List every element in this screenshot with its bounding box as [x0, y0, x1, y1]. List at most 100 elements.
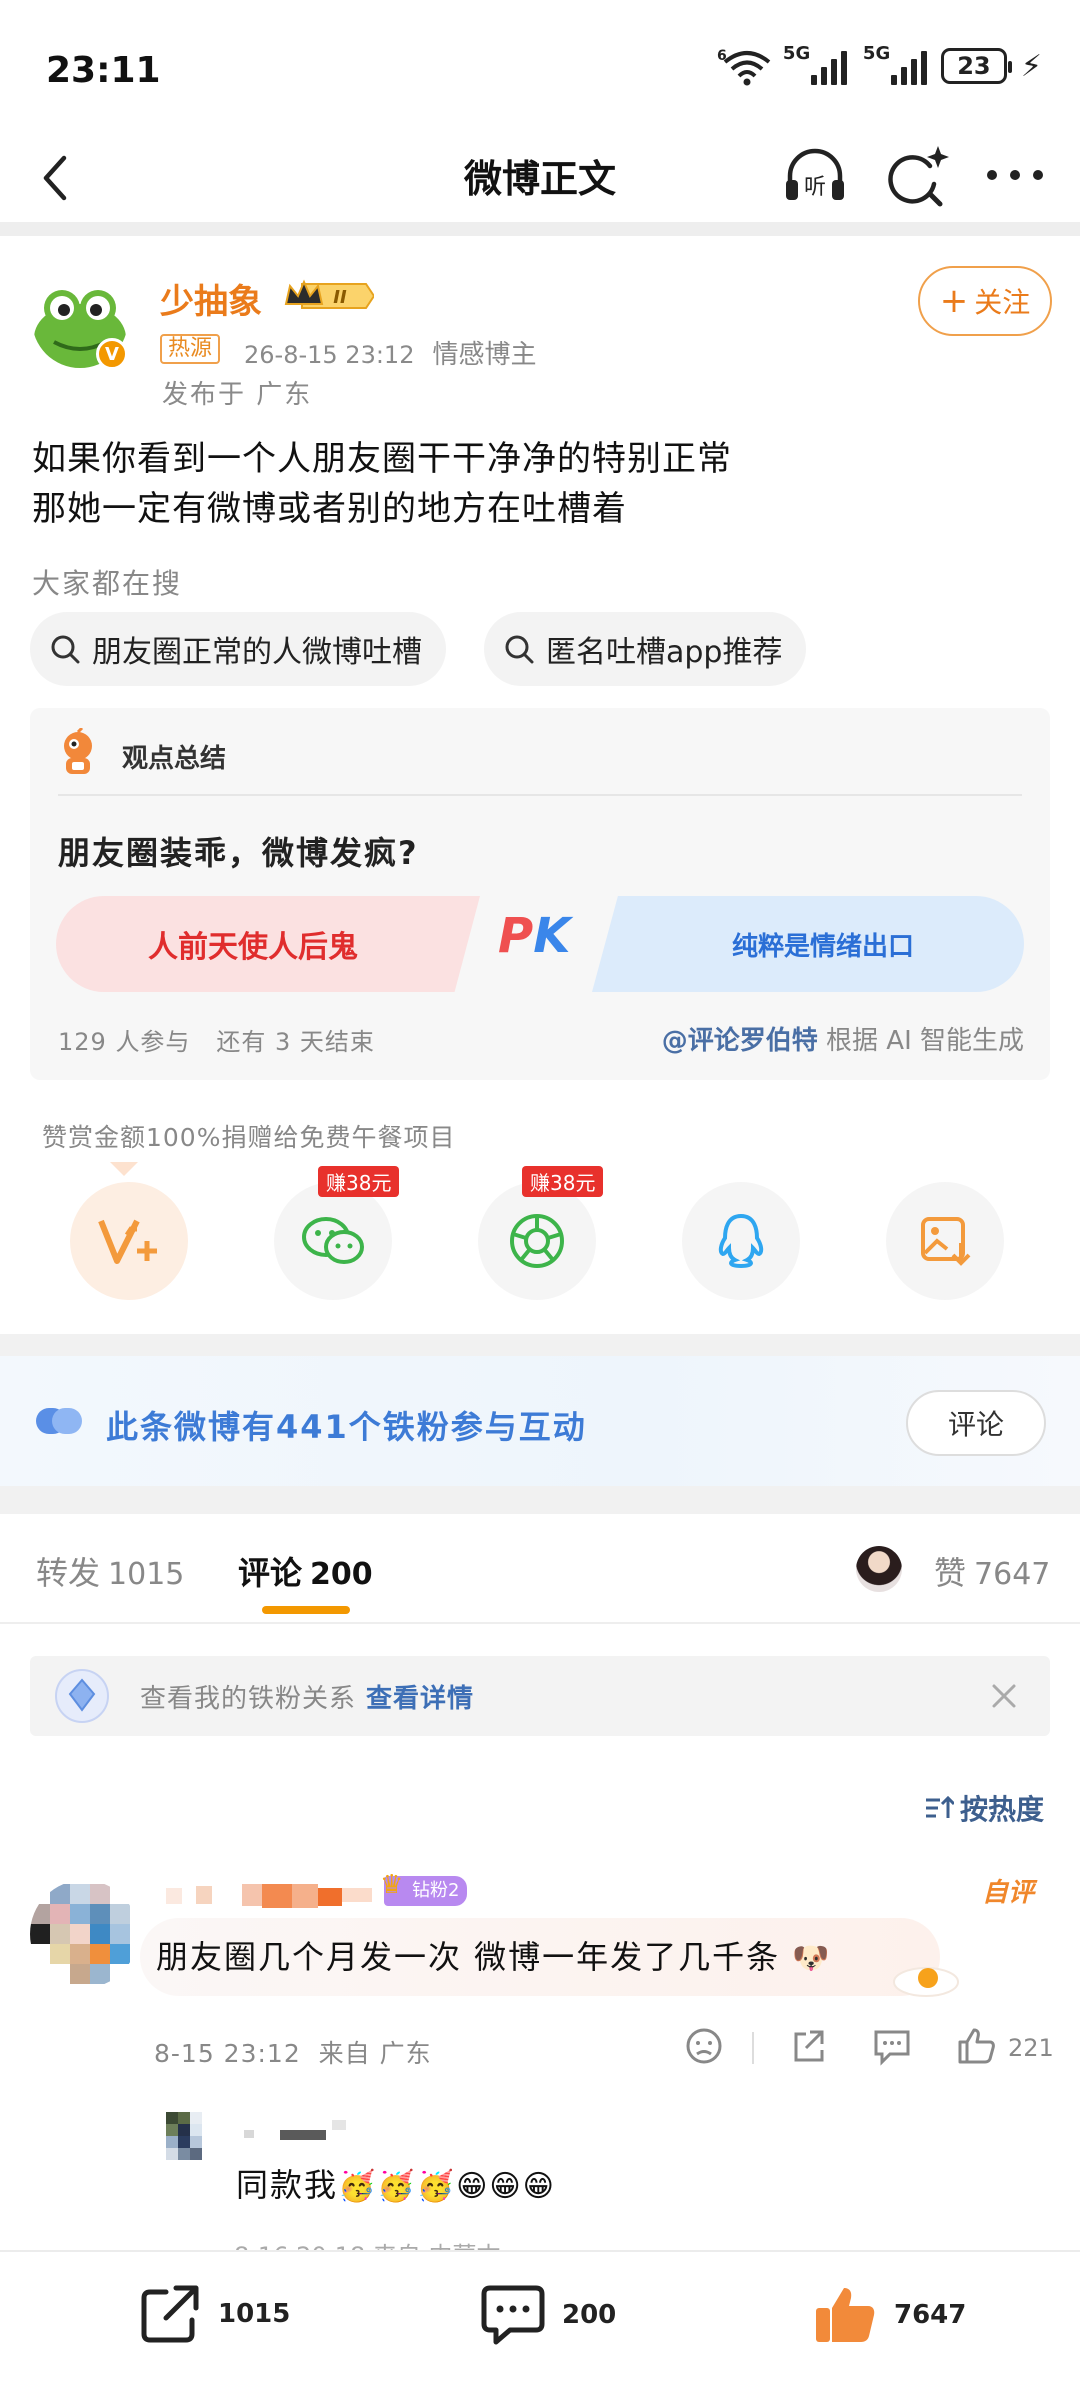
liker-avatar[interactable] — [856, 1546, 902, 1592]
search-chip[interactable]: 朋友圈正常的人微博吐槽 — [30, 612, 446, 686]
replier-avatar[interactable] — [166, 2112, 214, 2170]
fan-relation-bar[interactable]: 查看我的铁粉关系 查看详情 — [30, 1656, 1050, 1736]
author-name[interactable]: 少抽象 — [160, 274, 262, 323]
reply-emojis: 🥳🥳🥳😁😁😁 — [338, 2169, 556, 2204]
status-time: 23:11 — [46, 50, 161, 91]
search-icon — [51, 635, 80, 664]
fans-icon — [36, 1408, 82, 1434]
share-row: 赚38元 赚38元 — [0, 1166, 1080, 1312]
reward-button[interactable] — [70, 1182, 188, 1300]
post-body-line: 如果你看到一个人朋友圈干干净净的特别正常 — [32, 439, 732, 479]
pk-option-right[interactable]: 纯粹是情绪出口 — [592, 896, 1024, 992]
v-plus-icon — [98, 1219, 157, 1264]
close-icon[interactable] — [984, 1676, 1024, 1716]
divider — [0, 222, 1080, 236]
tab-repost[interactable]: 转发 1015 — [36, 1548, 184, 1594]
share-wechat-button[interactable]: 赚38元 — [274, 1166, 400, 1300]
tab-bar: 转发 1015 评论 200 赞 7647 — [0, 1514, 1080, 1624]
like-bar-button[interactable]: 7647 — [812, 2282, 966, 2348]
robot-mascot-icon — [64, 728, 92, 774]
opinion-stats: 129 人参与 还有 3 天结束 — [58, 1028, 375, 1056]
reply-icon[interactable] — [870, 2024, 914, 2068]
ai-search-icon[interactable] — [880, 142, 950, 212]
save-image-button[interactable] — [886, 1182, 1004, 1300]
follow-button[interactable]: + 关注 — [918, 266, 1052, 336]
opinion-title: 观点总结 — [122, 744, 227, 774]
opinion-summary-card: 观点总结 朋友圈装乖，微博发疯? 人前天使人后鬼 PK 纯粹是情绪出口 129 … — [30, 708, 1050, 1080]
fans-banner-text: 此条微博有441个铁粉参与互动 — [106, 1408, 587, 1446]
tab-likes[interactable]: 赞 7647 — [934, 1548, 1050, 1594]
comment-button[interactable]: 评论 — [906, 1390, 1046, 1456]
pk-option-left[interactable]: 人前天使人后鬼 — [56, 896, 480, 992]
replier-name-blurred[interactable] — [236, 2116, 356, 2142]
moments-icon — [510, 1214, 564, 1268]
repost-button[interactable]: 1015 — [138, 2282, 290, 2346]
reply-text[interactable]: 同款我🥳🥳🥳😁😁😁 — [236, 2160, 556, 2206]
listen-icon[interactable]: 听 — [780, 142, 850, 212]
crown-icon: ♛ — [380, 1870, 404, 1900]
sort-button[interactable]: 按热度 — [924, 1788, 1044, 1828]
search-icon — [505, 635, 534, 664]
donate-text: 赞赏金额100%捐赠给免费午餐项目 — [42, 1123, 456, 1152]
fan-level-badge: ♛ 钻粉2 — [380, 1870, 468, 1906]
post-date: 26-8-15 23:12 — [244, 341, 415, 369]
more-icon[interactable] — [980, 150, 1050, 200]
status-bar: 23:11 6 5G 5G 23 ⚡ — [0, 0, 1080, 130]
commenter-name-blurred[interactable] — [166, 1880, 376, 1912]
tooltip-arrow — [110, 1162, 138, 1176]
top-nav: 微博正文 听 — [0, 130, 1080, 222]
pk-label: PK — [498, 908, 571, 964]
like-icon[interactable] — [954, 2024, 998, 2068]
post-body: 如果你看到一个人朋友圈干干净净的特别正常 那她一定有微博或者别的地方在吐槽着 — [32, 434, 732, 534]
post-body-line: 那她一定有微博或者别的地方在吐槽着 — [32, 489, 627, 529]
fans-banner[interactable]: 此条微博有441个铁粉参与互动 评论 — [0, 1356, 1080, 1486]
save-image-icon — [921, 1217, 971, 1266]
divider — [0, 1486, 1080, 1514]
wifi-icon: 6 — [717, 48, 771, 86]
relation-link[interactable]: 查看详情 — [366, 1684, 474, 1714]
battery-icon: 23 — [940, 48, 1012, 84]
post-meta: 26-8-15 23:12 情感博主 — [244, 334, 536, 371]
relation-text: 查看我的铁粉关系 查看详情 — [140, 1684, 475, 1714]
tab-comment[interactable]: 评论 200 — [238, 1548, 373, 1594]
hot-source-tag: 热源 — [160, 334, 221, 364]
fried-egg-icon — [893, 1967, 959, 1997]
comment-bar-button[interactable]: 200 — [480, 2282, 616, 2348]
qq-icon — [718, 1213, 764, 1269]
doge-emoji-icon: 🐶 — [792, 1941, 832, 1976]
post-location: 发布于 广东 — [162, 380, 313, 410]
comment-icon — [481, 2285, 545, 2345]
signal-icon-2: 5G — [863, 43, 927, 85]
hot-search-label: 大家都在搜 — [32, 567, 183, 600]
share-qq-button[interactable] — [682, 1182, 800, 1300]
comment-meta: 8-15 23:12 来自 广东 — [154, 2039, 432, 2068]
commenter-avatar[interactable] — [30, 1880, 138, 1988]
opinion-question: 朋友圈装乖，微博发疯? — [58, 834, 419, 872]
earn-tag: 赚38元 — [522, 1166, 604, 1197]
sort-icon — [926, 1795, 954, 1818]
dislike-emoji-icon[interactable] — [682, 2024, 726, 2068]
bottom-action-bar: 1015 200 7647 — [0, 2250, 1080, 2386]
like-filled-icon — [816, 2288, 875, 2342]
wechat-icon — [302, 1217, 364, 1264]
self-review-tag: 自评 — [982, 1878, 1035, 1908]
divider — [752, 2032, 754, 2064]
comment-text[interactable]: 朋友圈几个月发一次 微博一年发了几千条 🐶 — [156, 1932, 832, 1978]
opinion-source: @评论罗伯特 根据 AI 智能生成 — [661, 1026, 1024, 1056]
member-crown-badge-icon[interactable]: II — [282, 278, 374, 314]
diamond-badge-icon — [55, 1669, 109, 1723]
comment-actions: 221 — [670, 2024, 1060, 2074]
svg-text:II: II — [333, 287, 347, 308]
status-icons: 6 5G 5G 23 ⚡ — [717, 43, 1042, 86]
comment-like-count: 221 — [1008, 2034, 1054, 2062]
share-moments-button[interactable]: 赚38元 — [478, 1166, 604, 1300]
tab-active-indicator — [262, 1606, 350, 1614]
repost-icon — [141, 2285, 199, 2343]
search-chip[interactable]: 匿名吐槽app推荐 — [484, 612, 807, 686]
svg-text:听: 听 — [804, 175, 826, 200]
divider — [58, 794, 1022, 796]
author-role: 情感博主 — [432, 340, 537, 370]
signal-icon-1: 5G — [783, 43, 847, 85]
source-link[interactable]: @评论罗伯特 — [662, 1026, 818, 1056]
share-icon[interactable] — [786, 2024, 830, 2068]
